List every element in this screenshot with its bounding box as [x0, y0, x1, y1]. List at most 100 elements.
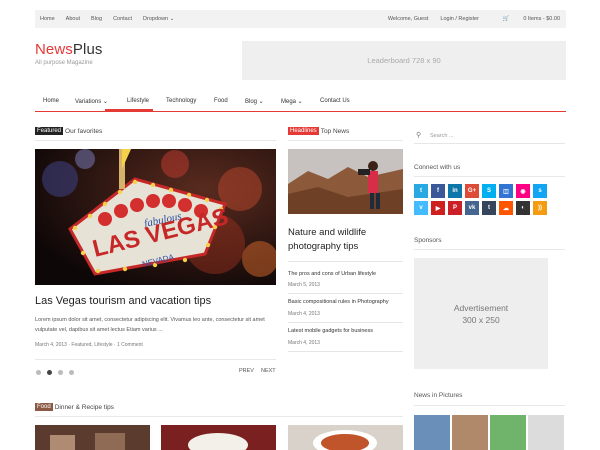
headline-item-1-date: March 5, 2013: [288, 282, 320, 288]
nav-blog[interactable]: Blog ⌄: [245, 98, 264, 105]
soundcloud-icon[interactable]: ☁: [499, 201, 513, 215]
next-button[interactable]: NEXT: [261, 368, 276, 374]
nav-lifestyle[interactable]: Lifestyle: [127, 98, 149, 104]
logo-red: News: [35, 41, 73, 58]
picture-thumb[interactable]: [528, 415, 564, 450]
picture-thumb[interactable]: [452, 415, 488, 450]
twitter-icon[interactable]: t: [414, 184, 428, 198]
top-nav-about[interactable]: About: [66, 16, 80, 22]
nav-contact-us[interactable]: Contact Us: [320, 98, 350, 104]
nav-mega[interactable]: Mega ⌄: [281, 98, 303, 105]
social-icons: t f in G+ S ◫ ◉ s v ▶ Pvk t ☁ ◐)): [414, 184, 554, 218]
headlines-tag[interactable]: Headlines: [288, 127, 319, 135]
facebook-icon[interactable]: f: [431, 184, 445, 198]
prev-button[interactable]: PREV: [239, 368, 254, 374]
slider-dot-2[interactable]: [47, 370, 52, 375]
top-nav-contact[interactable]: Contact: [113, 16, 132, 22]
sponsors-heading: Sponsors: [414, 237, 442, 244]
linkedin-icon[interactable]: in: [448, 184, 462, 198]
food-tag[interactable]: Food: [35, 403, 53, 411]
ad-size: 300 x 250: [462, 314, 500, 325]
food-thumb-2[interactable]: [161, 425, 276, 450]
connect-heading: Connect with us: [414, 164, 461, 171]
skype-icon[interactable]: S: [482, 184, 496, 198]
rss-icon[interactable]: )): [533, 201, 547, 215]
top-bar: Home About Blog Contact Dropdown ⌄ Welco…: [35, 10, 566, 28]
welcome-text: Welcome, Guest: [387, 16, 429, 22]
headline-divider-2: [288, 293, 403, 294]
vk-icon[interactable]: vk: [465, 201, 479, 215]
featured-post-excerpt: Lorem ipsum dolor sit amet, consectetur …: [35, 317, 265, 333]
food-thumb-3[interactable]: [288, 425, 403, 450]
site-logo[interactable]: NewsPlus: [35, 41, 103, 58]
featured-post-meta: March 4, 2013 · Featured, Lifestyle · 1 …: [35, 342, 143, 348]
headlines-divider: [288, 140, 403, 141]
headline-item-3-title[interactable]: Latest mobile gadgets for business: [288, 328, 373, 334]
nav-variations[interactable]: Variations ⌄: [75, 98, 108, 105]
headline-item-2-title[interactable]: Basic compositional rules in Photography: [288, 299, 389, 305]
food-thumb-1[interactable]: [35, 425, 150, 450]
picture-thumb[interactable]: [414, 415, 450, 450]
leaderboard-ad[interactable]: Leaderboard 728 x 90: [242, 41, 566, 80]
youtube-icon[interactable]: ▶: [431, 201, 445, 215]
connect-divider: [414, 176, 565, 177]
search-box[interactable]: ⚲ Search ...: [414, 128, 565, 144]
login-register-link[interactable]: Login / Register: [440, 16, 479, 22]
slider-dot-1[interactable]: [36, 370, 41, 375]
news-in-pictures-heading: News in Pictures: [414, 392, 463, 399]
headline-item-1-title[interactable]: The pros and cons of Urban lifestyle: [288, 271, 376, 277]
photographer-illustration: [288, 149, 403, 214]
headline-divider-4: [288, 351, 403, 352]
github-icon[interactable]: ◐: [516, 201, 530, 215]
headlines-label: Top News: [320, 127, 350, 135]
site-tagline: All purpose Magazine: [35, 60, 93, 66]
featured-image[interactable]: fabulous LAS VEGAS NEVADA: [35, 149, 276, 285]
headline-divider-1: [288, 261, 403, 262]
featured-label: Our favorites: [65, 127, 103, 135]
slider-dot-3[interactable]: [58, 370, 63, 375]
nav-food[interactable]: Food: [214, 98, 228, 104]
google-plus-icon[interactable]: G+: [465, 184, 479, 198]
ad-label: Advertisement: [453, 302, 509, 313]
nav-active-indicator: [105, 109, 153, 111]
pictures-divider: [414, 405, 565, 406]
logo-dark: Plus: [72, 41, 103, 58]
flickr-icon[interactable]: ◉: [516, 184, 530, 198]
top-nav-dropdown[interactable]: Dropdown ⌄: [143, 16, 174, 22]
nav-technology[interactable]: Technology: [166, 98, 196, 104]
headline-main-title[interactable]: Nature and wildlife photography tips: [288, 226, 403, 254]
headline-divider-3: [288, 322, 403, 323]
cafe-illustration: [35, 425, 150, 450]
headline-item-3-date: March 4, 2013: [288, 340, 320, 346]
featured-bottom-divider: [35, 359, 276, 360]
headline-image[interactable]: [288, 149, 403, 214]
food-divider: [35, 416, 403, 417]
top-nav: Home About Blog Contact Dropdown ⌄: [40, 16, 185, 22]
cart-icon: 🛒: [502, 16, 510, 22]
cart-link[interactable]: 🛒 0 Items - $0.00: [491, 16, 560, 22]
food-label: Dinner & Recipe tips: [54, 403, 114, 411]
top-nav-home[interactable]: Home: [40, 16, 55, 22]
sponsors-divider: [414, 249, 565, 250]
featured-heading: Featured Our favorites: [35, 127, 102, 135]
featured-divider: [35, 140, 276, 141]
vimeo-icon[interactable]: v: [414, 201, 428, 215]
sponsor-ad[interactable]: Advertisement 300 x 250: [414, 258, 548, 369]
delicious-icon[interactable]: ◫: [499, 184, 513, 198]
las-vegas-sign-illustration: fabulous LAS VEGAS NEVADA: [35, 149, 276, 285]
featured-tag[interactable]: Featured: [35, 127, 64, 135]
headlines-heading: Headlines Top News: [288, 127, 349, 135]
slider-dots: [36, 370, 80, 375]
nav-home[interactable]: Home: [43, 98, 59, 104]
slider-dot-4[interactable]: [69, 370, 74, 375]
food-heading: Food Dinner & Recipe tips: [35, 403, 114, 411]
search-icon: ⚲: [416, 132, 422, 139]
skype-alt-icon[interactable]: s: [533, 184, 547, 198]
search-input[interactable]: Search ...: [430, 133, 454, 139]
soup-illustration: [288, 425, 403, 450]
top-nav-blog[interactable]: Blog: [91, 16, 102, 22]
pinterest-icon[interactable]: P: [448, 201, 462, 215]
picture-thumb[interactable]: [490, 415, 526, 450]
featured-post-title[interactable]: Las Vegas tourism and vacation tips: [35, 295, 211, 307]
tumblr-icon[interactable]: t: [482, 201, 496, 215]
